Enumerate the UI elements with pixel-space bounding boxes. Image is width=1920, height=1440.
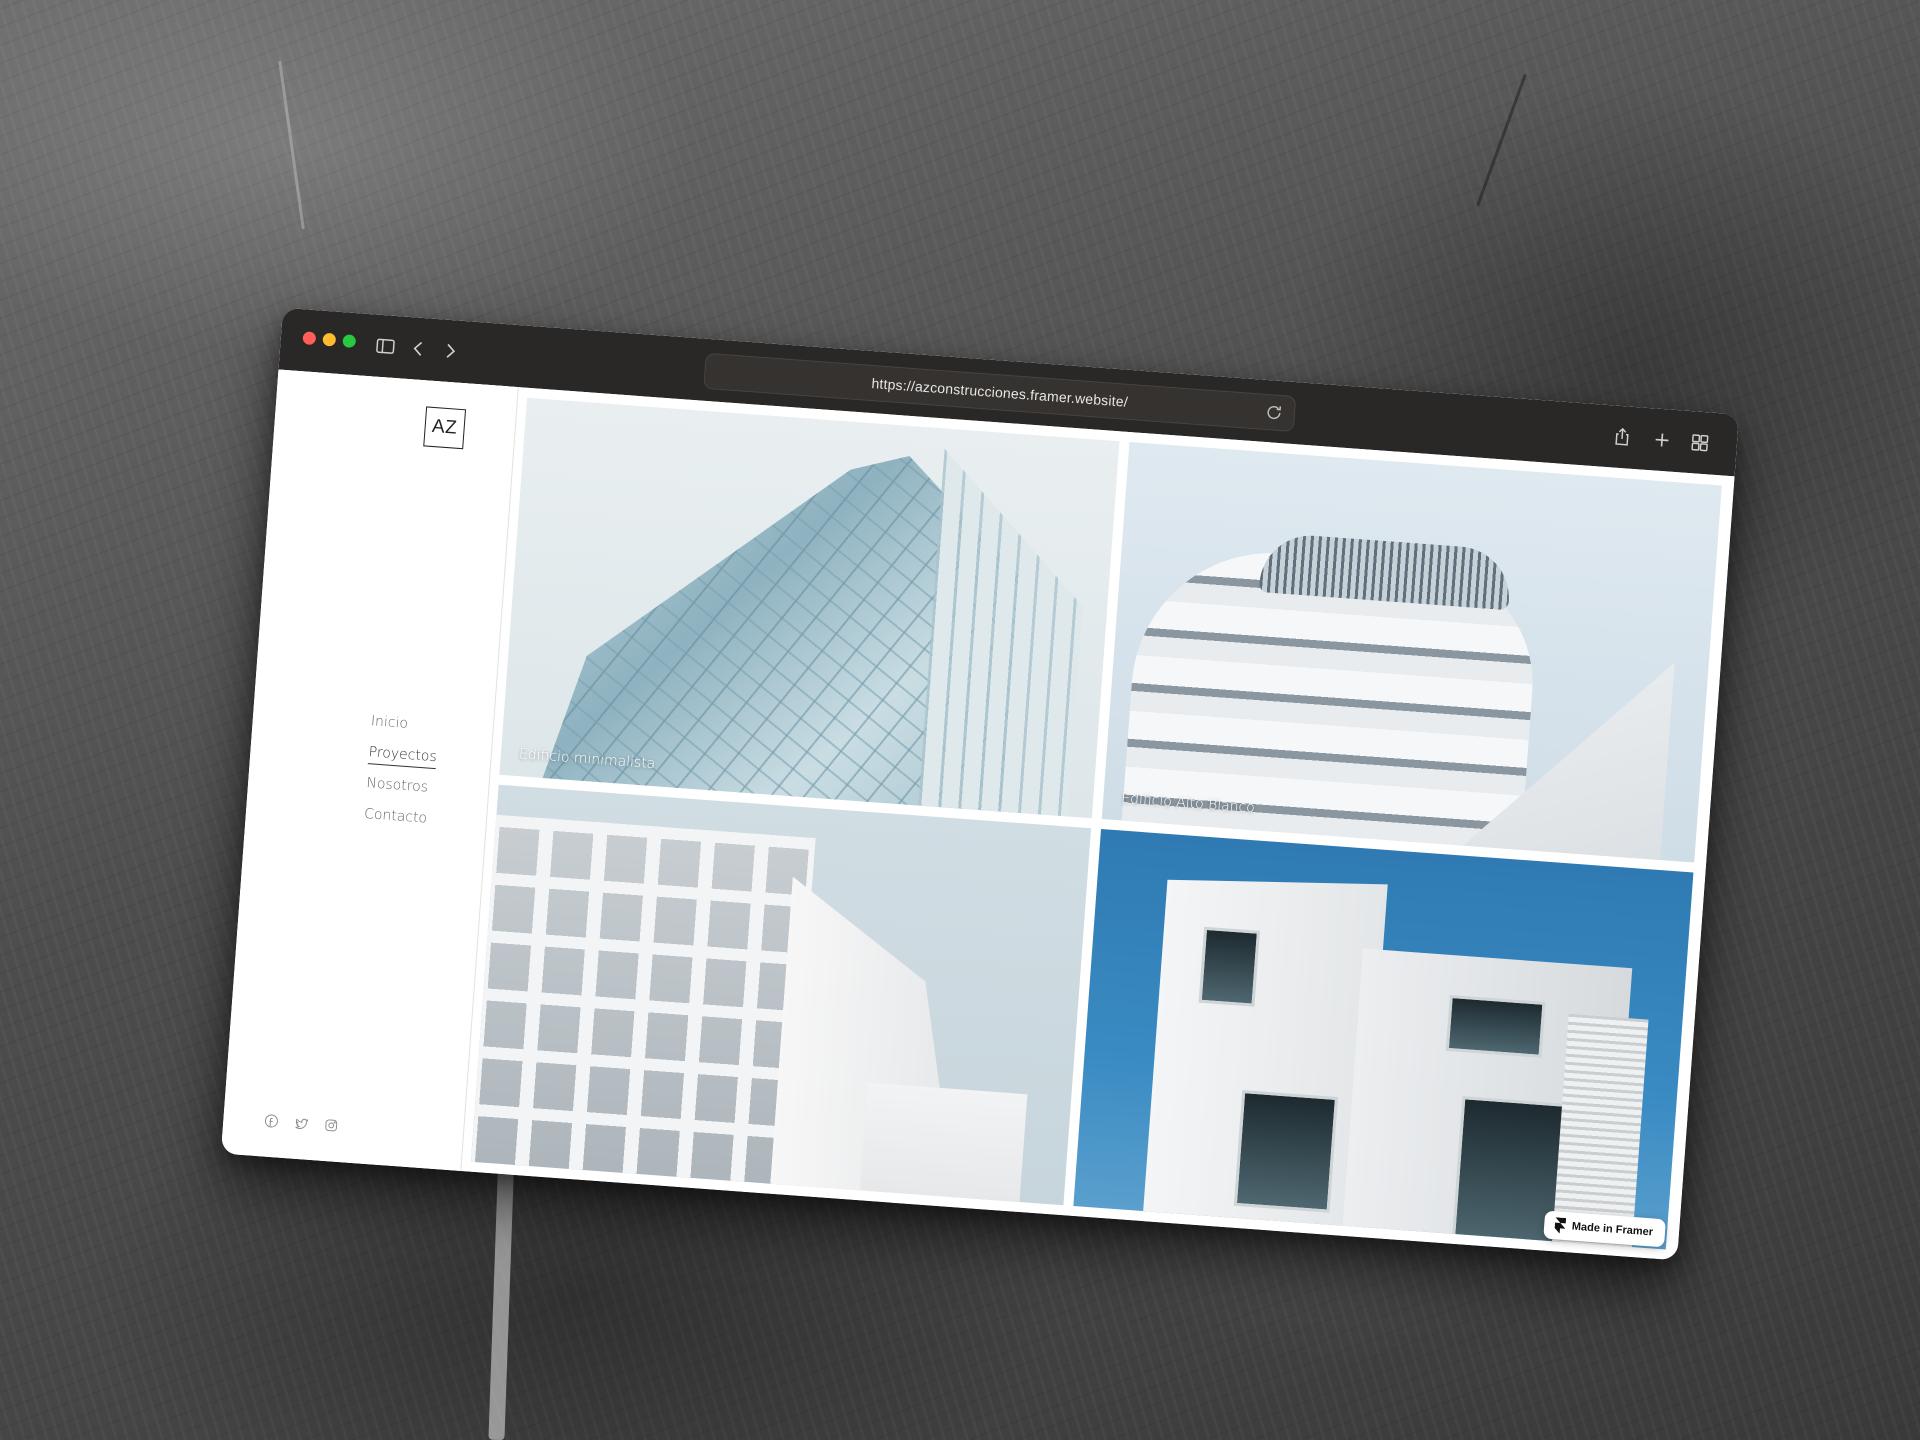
main-nav: Inicio Proyectos Nosotros Contacto <box>362 713 471 844</box>
twitter-icon[interactable] <box>293 1115 310 1132</box>
new-tab-icon[interactable] <box>1646 422 1678 458</box>
house-window <box>1198 926 1260 1007</box>
wall-crack <box>278 60 305 230</box>
site-logo[interactable]: AZ <box>423 406 467 450</box>
url-text: https://azconstrucciones.framer.website/ <box>870 375 1129 410</box>
sidebar-icon[interactable] <box>369 328 401 364</box>
framer-logo-icon <box>1553 1217 1566 1234</box>
reload-icon[interactable] <box>1263 402 1284 423</box>
nav-item-nosotros[interactable]: Nosotros <box>366 775 467 798</box>
white-grid-building-image <box>470 813 816 1206</box>
wall-crack <box>1476 73 1527 207</box>
nav-item-inicio[interactable]: Inicio <box>370 713 471 736</box>
nav-item-contacto[interactable]: Contacto <box>364 806 465 829</box>
social-links <box>263 1112 340 1134</box>
project-tile[interactable] <box>470 784 1092 1206</box>
project-tile[interactable]: Edificio minimalista <box>499 397 1120 819</box>
tab-overview-icon[interactable] <box>1684 425 1716 461</box>
browser-window: https://azconstrucciones.framer.website/… <box>220 307 1740 1261</box>
facebook-icon[interactable] <box>263 1112 280 1129</box>
white-grid-building-image <box>853 1082 1028 1206</box>
back-icon[interactable] <box>402 331 434 367</box>
glass-facade-image <box>917 448 1094 818</box>
instagram-icon[interactable] <box>323 1117 340 1134</box>
badge-label: Made in Framer <box>1571 1220 1654 1239</box>
project-tile[interactable]: Edificio Alto Blanco <box>1101 442 1722 863</box>
share-icon[interactable] <box>1606 419 1638 455</box>
house-window <box>1445 994 1546 1058</box>
projects-grid: Edificio minimalista Edificio Alto Blanc… <box>470 397 1722 1250</box>
project-tile[interactable] <box>1073 828 1694 1250</box>
web-page: AZ Inicio Proyectos Nosotros Contacto Ed… <box>220 369 1735 1261</box>
zoom-window-button[interactable] <box>342 334 357 349</box>
house-window <box>1233 1090 1339 1213</box>
forward-icon[interactable] <box>434 333 466 369</box>
nav-item-proyectos[interactable]: Proyectos <box>367 744 469 770</box>
close-window-button[interactable] <box>302 331 317 346</box>
minimize-window-button[interactable] <box>322 332 337 347</box>
